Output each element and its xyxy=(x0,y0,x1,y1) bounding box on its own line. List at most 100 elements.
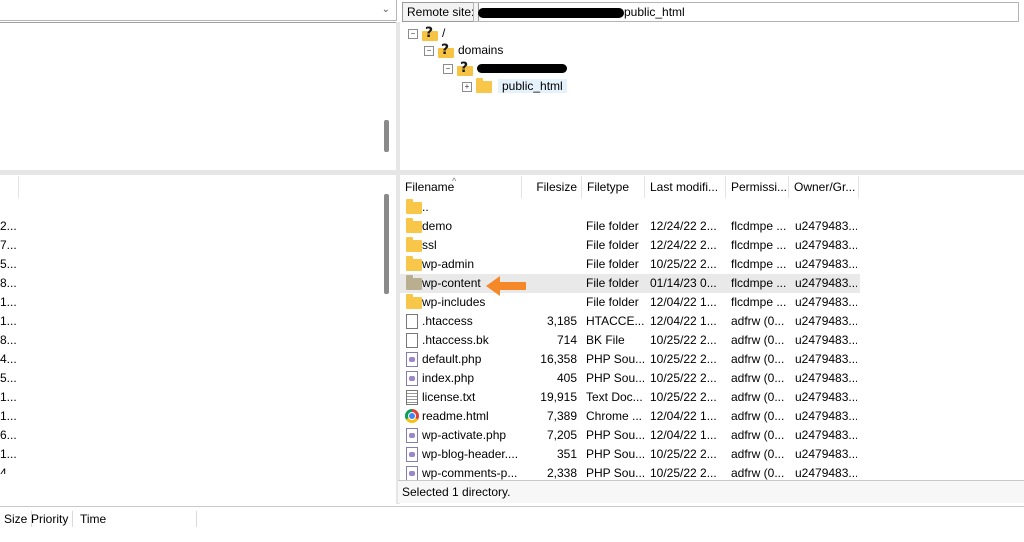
table-row[interactable]: index.php 405 PHP Sou... 10/25/22 2... adfrw… xyxy=(400,369,860,388)
table-row[interactable]: demo File folder 12/24/22 2... flcdmpe ... u… xyxy=(400,217,860,236)
file-name: .htaccess xyxy=(422,314,473,328)
cell-perm: flcdmpe ... xyxy=(731,276,787,290)
expand-icon[interactable]: + xyxy=(462,81,472,92)
cell-owner: u2479483... xyxy=(795,295,857,309)
local-site-combo[interactable]: ⌄ xyxy=(0,0,397,21)
table-row[interactable]: .htaccess 3,185 HTACCE... 12/04/22 1... adfr… xyxy=(400,312,860,331)
cell-perm: flcdmpe ... xyxy=(731,257,787,271)
table-row[interactable]: .htaccess.bk 714 BK File 10/25/22 2... adfrw… xyxy=(400,331,860,350)
cell-name: wp-activate.php xyxy=(404,426,522,445)
local-list-item[interactable]: 1... xyxy=(0,388,17,407)
column-header-permissions[interactable]: Permissi... xyxy=(726,176,789,198)
file-name: .htaccess.bk xyxy=(422,333,489,347)
cell-date: 12/24/22 2... xyxy=(650,219,717,233)
remote-directory-tree: −? / −? domains −? + public_html xyxy=(400,22,1024,170)
cell-date: 12/04/22 1... xyxy=(650,409,717,423)
column-header-owner[interactable]: Owner/Gr... xyxy=(789,176,859,198)
collapse-icon[interactable]: − xyxy=(424,45,434,56)
chrome-icon xyxy=(405,409,419,423)
queue-column-priority[interactable]: Priority xyxy=(27,511,74,527)
cell-perm: flcdmpe ... xyxy=(731,295,787,309)
local-list-item[interactable]: 5... xyxy=(0,255,17,274)
cell-owner: u2479483... xyxy=(795,409,857,423)
folder-icon xyxy=(406,294,422,309)
cell-name: index.php xyxy=(404,369,522,388)
cell-date: 12/24/22 2... xyxy=(650,238,717,252)
cell-type: File folder xyxy=(586,295,639,309)
cell-size: 405 xyxy=(556,371,577,385)
column-header-last-modified[interactable]: Last modifi... xyxy=(645,176,726,198)
file-name: license.txt xyxy=(422,390,476,404)
unknown-folder-icon: ? xyxy=(457,60,473,76)
remote-site-path-input[interactable]: public_html xyxy=(473,2,1019,22)
cell-name: license.txt xyxy=(404,388,522,407)
table-row[interactable]: readme.html 7,389 Chrome ... 12/04/22 1... a… xyxy=(400,407,860,426)
tree-node-root[interactable]: −? / xyxy=(408,24,445,42)
local-list-item[interactable]: 4... xyxy=(0,464,17,474)
table-row[interactable]: ssl File folder 12/24/22 2... flcdmpe ... u2… xyxy=(400,236,860,255)
local-tree-scrollbar[interactable] xyxy=(384,120,389,152)
folder-icon xyxy=(406,256,422,271)
tree-node-domains[interactable]: −? domains xyxy=(424,41,503,59)
table-row[interactable]: license.txt 19,915 Text Doc... 10/25/22 2..… xyxy=(400,388,860,407)
table-row[interactable]: wp-blog-header.... 351 PHP Sou... 10/25/22 … xyxy=(400,445,860,464)
folder-icon xyxy=(406,275,422,290)
table-row[interactable]: wp-activate.php 7,205 PHP Sou... 12/04/22 1… xyxy=(400,426,860,445)
file-name: wp-includes xyxy=(422,295,486,309)
cell-size: 7,389 xyxy=(546,409,577,423)
cell-name: wp-admin xyxy=(404,255,522,274)
transfer-queue: Size Priority Time xyxy=(0,506,1024,542)
queue-column-time[interactable]: Time xyxy=(76,511,197,527)
file-name: default.php xyxy=(422,352,482,366)
tree-node-redacted-domain[interactable]: −? xyxy=(443,59,567,77)
remote-path-suffix: public_html xyxy=(624,5,685,19)
local-site-bar: ⌄ xyxy=(0,0,398,23)
collapse-icon[interactable]: − xyxy=(408,28,418,39)
table-row[interactable]: .. xyxy=(400,198,860,217)
cell-date: 12/04/22 1... xyxy=(650,295,717,309)
local-list-item[interactable]: 1... xyxy=(0,312,17,331)
chevron-down-icon[interactable]: ⌄ xyxy=(382,4,390,15)
cell-type: File folder xyxy=(586,238,639,252)
local-list-header xyxy=(0,176,396,198)
file-name: wp-blog-header.... xyxy=(422,447,519,461)
cell-date: 10/25/22 2... xyxy=(650,447,717,461)
local-list-scrollbar[interactable] xyxy=(384,194,389,294)
table-row[interactable]: wp-admin File folder 10/25/22 2... flcdmpe … xyxy=(400,255,860,274)
table-row[interactable]: wp-content File folder 01/14/23 0... flcdmp… xyxy=(400,274,860,293)
local-list-item[interactable]: 1... xyxy=(0,293,17,312)
file-icon xyxy=(406,314,418,329)
local-list-item[interactable]: 7... xyxy=(0,236,17,255)
column-header-filesize[interactable]: Filesize xyxy=(522,176,582,198)
collapse-icon[interactable]: − xyxy=(443,63,453,74)
local-list-item[interactable]: 6... xyxy=(0,426,17,445)
local-list-item[interactable]: 1... xyxy=(0,445,17,464)
cell-type: File folder xyxy=(586,219,639,233)
cell-name: wp-blog-header.... xyxy=(404,445,522,464)
file-name: wp-admin xyxy=(422,257,475,271)
column-header-filename[interactable]: ^ Filename xyxy=(400,176,522,198)
local-list-item[interactable]: 4... xyxy=(0,350,17,369)
folder-icon xyxy=(476,77,492,93)
cell-name: .htaccess xyxy=(404,312,522,331)
file-icon xyxy=(406,333,418,348)
cell-size: 19,915 xyxy=(540,390,577,404)
table-row[interactable]: wp-includes File folder 12/04/22 1... flcdm… xyxy=(400,293,860,312)
table-row[interactable]: default.php 16,358 PHP Sou... 10/25/22 2...… xyxy=(400,350,860,369)
cell-owner: u2479483... xyxy=(795,447,857,461)
local-list-item[interactable]: 5... xyxy=(0,369,17,388)
column-header-filetype[interactable]: Filetype xyxy=(582,176,645,198)
tree-node-public-html[interactable]: + public_html xyxy=(462,77,567,95)
file-name: .. xyxy=(422,200,429,214)
php-file-icon xyxy=(406,466,418,481)
horizontal-splitter[interactable] xyxy=(0,170,1024,175)
local-list-item[interactable]: 8... xyxy=(0,331,17,350)
cell-perm: adfrw (0... xyxy=(731,409,785,423)
local-list-item[interactable]: 2... xyxy=(0,217,17,236)
local-list-item[interactable]: 1... xyxy=(0,407,17,426)
cell-size: 7,205 xyxy=(546,428,577,442)
cell-owner: u2479483... xyxy=(795,333,857,347)
local-list-item[interactable]: 8... xyxy=(0,274,17,293)
cell-date: 12/04/22 1... xyxy=(650,428,717,442)
cell-type: PHP Sou... xyxy=(586,447,646,461)
